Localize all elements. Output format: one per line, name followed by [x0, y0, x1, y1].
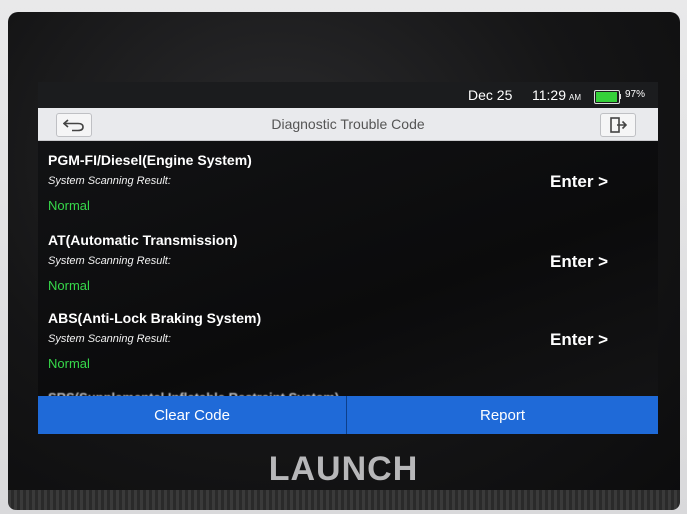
system-name: AT(Automatic Transmission) — [48, 232, 238, 248]
system-name: ABS(Anti-Lock Braking System) — [48, 310, 262, 326]
exit-button[interactable] — [600, 113, 636, 137]
clear-code-button[interactable]: Clear Code — [38, 396, 346, 434]
scan-status: Normal — [48, 356, 90, 371]
exit-icon — [610, 117, 627, 133]
title-bar: Diagnostic Trouble Code — [38, 108, 658, 141]
status-bar: Dec 25 11:29 AM 97% — [38, 82, 658, 108]
system-name: PGM-FI/Diesel(Engine System) — [48, 152, 252, 168]
system-item-transmission[interactable]: AT(Automatic Transmission) System Scanni… — [38, 222, 658, 302]
device-brand-logo: LAUNCH — [268, 450, 419, 488]
scan-status: Normal — [48, 278, 90, 293]
report-button[interactable]: Report — [347, 396, 658, 434]
status-time-value: 11:29 — [532, 87, 566, 103]
enter-button[interactable]: Enter > — [550, 330, 608, 350]
scan-result-label: System Scanning Result: — [48, 175, 171, 187]
scan-status: Normal — [48, 198, 90, 213]
system-item-engine[interactable]: PGM-FI/Diesel(Engine System) System Scan… — [38, 142, 658, 222]
status-time: 11:29 AM — [532, 87, 581, 103]
scan-result-label: System Scanning Result: — [48, 255, 171, 267]
enter-button[interactable]: Enter > — [550, 252, 608, 272]
battery-percent: 97% — [625, 89, 646, 100]
device-screen: Dec 25 11:29 AM 97% Diagnostic Trouble Co… — [38, 82, 658, 434]
battery-fill — [596, 92, 617, 102]
enter-button[interactable]: Enter > — [550, 172, 608, 192]
status-ampm: AM — [569, 93, 581, 102]
device-grip — [8, 490, 680, 510]
status-date: Dec 25 — [468, 87, 513, 103]
page-title: Diagnostic Trouble Code — [271, 116, 425, 132]
battery-icon — [594, 90, 620, 104]
battery-tip — [619, 94, 621, 99]
action-bar: Clear Code Report — [38, 396, 658, 434]
system-item-abs[interactable]: ABS(Anti-Lock Braking System) System Sca… — [38, 300, 658, 380]
scan-result-label: System Scanning Result: — [48, 333, 171, 345]
